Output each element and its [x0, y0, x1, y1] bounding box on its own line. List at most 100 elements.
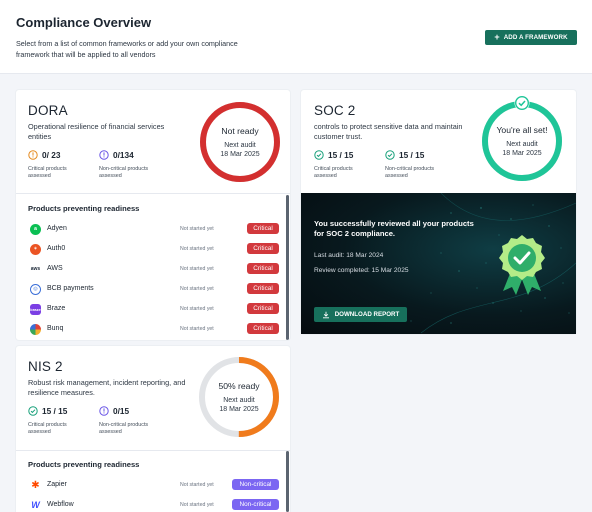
noncritical-stat: 0/134: [99, 150, 134, 160]
success-title: You successfully reviewed all your produ…: [314, 219, 474, 238]
success-panel: You successfully reviewed all your produ…: [301, 193, 576, 334]
bunq-logo-icon: [30, 323, 41, 335]
page-subtitle: Select from a list of common frameworks …: [16, 39, 238, 59]
readiness-ring: 50% ready Next audit 18 Mar 2025: [198, 356, 280, 438]
critical-value: 15 / 15: [42, 406, 68, 416]
page-header: Compliance Overview Select from a list o…: [0, 0, 592, 74]
next-audit-date: 18 Mar 2025: [220, 150, 260, 158]
download-icon: [322, 311, 329, 318]
critical-label: Critical products assessed: [28, 422, 67, 435]
critical-badge: Critical: [247, 303, 279, 314]
noncritical-label: Non-critical products assessed: [99, 422, 149, 435]
product-list-scrollbar[interactable]: [286, 451, 289, 512]
noncritical-label: Non-critical products assessed: [99, 166, 149, 179]
divider: [16, 450, 290, 451]
noncritical-value: 0/15: [113, 406, 130, 416]
ring-status: You're all set!: [496, 124, 548, 135]
next-audit-label: Next audit: [223, 396, 255, 404]
non-critical-badge: Non-critical: [232, 499, 279, 510]
noncritical-value: 0/134: [113, 150, 134, 160]
critical-badge: Critical: [247, 223, 279, 234]
critical-label: Critical products assessed: [314, 166, 353, 179]
braze-logo-icon: braze: [30, 303, 41, 315]
product-row[interactable]: ◎ BCB payments Not started yet Critical: [30, 282, 280, 296]
framework-name: SOC 2: [314, 103, 356, 118]
product-status: Not started yet: [180, 226, 214, 232]
framework-card-nis2[interactable]: NIS 2 Robust risk management, incident r…: [16, 346, 290, 512]
info-circle-icon: [99, 406, 109, 416]
noncritical-stat: 0/15: [99, 406, 129, 416]
product-name: BCB payments: [47, 285, 94, 292]
product-row[interactable]: W Webflow Not started yet Non-critical: [30, 498, 280, 512]
critical-stat: 0/ 23: [28, 150, 60, 160]
critical-value: 0/ 23: [42, 150, 61, 160]
check-badge-icon: [514, 95, 530, 111]
check-circle-icon: [314, 150, 324, 160]
framework-description: Operational resilience of financial serv…: [28, 122, 165, 141]
ring-status: Not ready: [221, 125, 259, 136]
critical-badge: Critical: [247, 323, 279, 334]
check-circle-icon: [28, 406, 38, 416]
product-name: Braze: [47, 305, 66, 312]
critical-label: Critical products assessed: [28, 166, 67, 179]
next-audit-label: Next audit: [506, 140, 538, 148]
product-status: Not started yet: [180, 266, 214, 272]
product-name: Webflow: [47, 501, 74, 508]
framework-name: NIS 2: [28, 359, 63, 374]
readiness-ring: You're all set! Next audit 18 Mar 2025: [481, 95, 563, 182]
ring-status: 50% ready: [218, 380, 260, 391]
bcb-logo-icon: ◎: [30, 283, 41, 295]
review-completed: Review completed: 15 Mar 2025: [314, 267, 409, 274]
framework-card-dora[interactable]: DORA Operational resilience of financial…: [16, 90, 290, 340]
warning-clock-icon: [28, 150, 38, 160]
award-ribbon-icon: [499, 235, 545, 295]
next-audit-label: Next audit: [224, 141, 256, 149]
next-audit-date: 18 Mar 2025: [219, 405, 259, 413]
product-row[interactable]: Bunq Not started yet Critical: [30, 322, 280, 336]
adyen-logo-icon: a: [30, 223, 41, 235]
product-status: Not started yet: [180, 246, 214, 252]
webflow-logo-icon: W: [30, 499, 41, 511]
plus-icon: +: [494, 31, 500, 42]
non-critical-badge: Non-critical: [232, 479, 279, 490]
section-title: Products preventing readiness: [28, 460, 140, 469]
divider: [16, 193, 290, 194]
product-row[interactable]: ✶ Auth0 Not started yet Critical: [30, 242, 280, 256]
download-report-button[interactable]: DOWNLOAD REPORT: [314, 307, 407, 322]
check-circle-icon: [385, 150, 395, 160]
aws-logo-icon: aws: [30, 263, 41, 275]
last-audit: Last audit: 18 Mar 2024: [314, 252, 384, 259]
product-status: Not started yet: [180, 286, 214, 292]
download-report-label: DOWNLOAD REPORT: [334, 311, 400, 318]
auth0-logo-icon: ✶: [30, 243, 41, 255]
product-row[interactable]: braze Braze Not started yet Critical: [30, 302, 280, 316]
product-list-scrollbar[interactable]: [286, 195, 289, 340]
noncritical-label: Non-critical products assessed: [385, 166, 435, 179]
product-row[interactable]: ✱ Zapier Not started yet Non-critical: [30, 478, 280, 492]
readiness-ring: Not ready Next audit 18 Mar 2025: [199, 101, 281, 183]
critical-badge: Critical: [247, 243, 279, 254]
product-status: Not started yet: [180, 482, 214, 488]
noncritical-stat: 15 / 15: [385, 150, 424, 160]
critical-badge: Critical: [247, 283, 279, 294]
noncritical-value: 15 / 15: [399, 150, 425, 160]
next-audit-date: 18 Mar 2025: [502, 149, 542, 157]
page-title: Compliance Overview: [16, 15, 152, 30]
critical-value: 15 / 15: [328, 150, 354, 160]
product-name: Adyen: [47, 225, 67, 232]
product-name: Zapier: [47, 481, 67, 488]
critical-stat: 15 / 15: [314, 150, 353, 160]
product-row[interactable]: a Adyen Not started yet Critical: [30, 222, 280, 236]
critical-badge: Critical: [247, 263, 279, 274]
product-name: AWS: [47, 265, 63, 272]
product-name: Auth0: [47, 245, 66, 252]
product-status: Not started yet: [180, 306, 214, 312]
product-status: Not started yet: [180, 502, 214, 508]
zapier-logo-icon: ✱: [30, 479, 41, 491]
product-name: Bunq: [47, 325, 64, 332]
critical-stat: 15 / 15: [28, 406, 67, 416]
product-row[interactable]: aws AWS Not started yet Critical: [30, 262, 280, 276]
add-framework-button[interactable]: + ADD A FRAMEWORK: [485, 30, 577, 45]
add-framework-label: ADD A FRAMEWORK: [503, 34, 568, 41]
info-circle-icon: [99, 150, 109, 160]
